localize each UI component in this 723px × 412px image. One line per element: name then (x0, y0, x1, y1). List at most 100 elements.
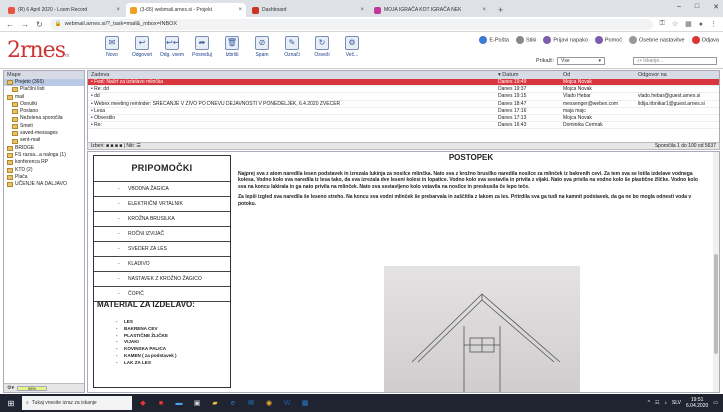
folder-label: konferenca RP (15, 159, 49, 166)
volume-icon[interactable]: ♪ (664, 400, 667, 406)
maximize-button[interactable]: □ (695, 3, 699, 11)
word-app-icon[interactable]: W (280, 394, 294, 412)
sidebar-folder-item[interactable]: FS razsa...a naloga (1) (4, 152, 84, 159)
sidebar-folder-item[interactable]: saved-messages (4, 130, 84, 137)
more-button[interactable]: ⚙ Več... (338, 36, 366, 58)
content-scrollbar[interactable] (713, 152, 719, 392)
language-indicator[interactable]: SLV (672, 400, 681, 406)
sidebar-folder-item[interactable]: Poslano (4, 108, 84, 115)
sidebar-folder-item[interactable]: BRIDGE (4, 145, 84, 152)
tab-close-icon[interactable]: × (360, 7, 364, 13)
extensions-icon[interactable]: ▦ (685, 20, 692, 28)
mark-button[interactable]: ✎ Označi (278, 36, 306, 58)
folder-icon (7, 175, 13, 180)
edge-browser-icon[interactable]: e (226, 394, 240, 412)
forward-icon[interactable]: → (21, 20, 29, 29)
sidebar-folder-item[interactable]: Osnutki (4, 101, 84, 108)
delete-button[interactable]: 🗑 Izbriši (218, 36, 246, 58)
message-row[interactable]: • Obvestilo Danes 17:13 Mojca Novak (88, 115, 719, 123)
email-link[interactable]: E-Pošta (479, 36, 509, 44)
minimize-button[interactable]: – (677, 3, 681, 11)
browser-tab[interactable]: MOJA IGRAČA KOT IGRAČA NEK × (370, 3, 490, 17)
browser-tab[interactable]: Dashboard × (248, 3, 368, 17)
message-row[interactable]: • Webex meeting reminder: SREČANJE V ŽIV… (88, 101, 719, 108)
app-header: 2rnesm ✉ Novo ↩ Odgovori ↩↩ Odg. vsem ➦ Posredu… (0, 32, 723, 69)
sidebar-folder-item[interactable]: Plačilni listi (4, 86, 84, 93)
menu-icon[interactable]: ⋮ (710, 20, 717, 28)
message-from: messenger@webex.com (563, 100, 619, 107)
sidebar-folder-item[interactable]: KTD (2) (4, 167, 84, 174)
sidebar-folder-item[interactable]: konferenca RP (4, 159, 84, 166)
search-input[interactable]: ⌕▾ Iskanje... (633, 57, 717, 65)
message-row[interactable]: • Re: Danes 16:43 Dominika Čermak (88, 122, 719, 130)
sidebar-folder-item[interactable]: Prejeto (365) (4, 79, 84, 87)
new-tab-button[interactable]: + (498, 5, 503, 15)
view-select[interactable]: Vse ▾ (557, 57, 606, 65)
folder-icon (7, 145, 13, 151)
settings-link[interactable]: Osebne nastavitve (629, 36, 685, 44)
list-select-controls[interactable]: Izberi: ■ ■ ■ ■ | Niti: ☰ (91, 143, 141, 149)
sidebar-folder-item[interactable]: Smeti (4, 123, 84, 130)
view-label: Prikaži: (536, 58, 555, 64)
top-links: E-Pošta Stiki Prijavi napako Pomoč Osebne na… (479, 36, 719, 44)
subject-text: Lesa (94, 107, 105, 114)
browser-tab[interactable]: (R) 6 April 2020 - Loom Record × (4, 3, 124, 17)
store-app-icon[interactable]: ▣ (190, 394, 204, 412)
col-from[interactable]: Od (563, 71, 638, 79)
teams-app-icon[interactable]: ▦ (298, 394, 312, 412)
folder-icon (7, 182, 13, 188)
monitor-app-icon[interactable]: ▬ (172, 394, 186, 412)
clock[interactable]: 19:51 6.04.2020 (686, 397, 708, 409)
report-bug-link[interactable]: Prijavi napako (543, 36, 588, 44)
tray-arrow-icon[interactable]: ^ (648, 400, 650, 406)
taskbar-search[interactable]: ⌕ Tukaj vnesite izraz za iskanje (22, 396, 132, 410)
reply-all-button[interactable]: ↩↩ Odg. vsem (158, 36, 186, 58)
sidebar-folder-item[interactable]: Neželena sporočila (4, 115, 84, 122)
help-link[interactable]: Pomoč (594, 36, 622, 44)
scrollbar-thumb[interactable] (714, 254, 718, 354)
compose-button[interactable]: ✉ Novo (98, 36, 126, 58)
forward-button[interactable]: ➦ Posreduj (188, 36, 216, 58)
network-icon[interactable]: ☷ (655, 400, 659, 406)
url-field[interactable]: 🔒 webmail.arnes.si/?_task=mail&_mbox=INB… (49, 18, 653, 30)
message-row[interactable]: • Lesa Danes 17:16 maja majc (88, 108, 719, 115)
settings-gear-icon[interactable]: ⚙▾ (7, 385, 14, 391)
key-icon[interactable]: ⚿ (660, 20, 665, 28)
folder-sidebar: Mape Prejeto (365) Plačilni listi mail Osnu… (3, 70, 85, 393)
compose-icon: ✉ (105, 36, 119, 50)
contacts-link[interactable]: Stiki (515, 36, 537, 44)
message-row[interactable]: • Re: dd Danes 19:37 Mojca Novak (88, 86, 719, 94)
folder-icon (7, 80, 13, 86)
profile-icon[interactable]: ● (699, 21, 703, 28)
tab-close-icon[interactable]: × (482, 7, 486, 13)
reload-icon[interactable]: ↻ (36, 20, 43, 29)
chrome-browser-icon[interactable]: ◉ (262, 394, 276, 412)
reply-button[interactable]: ↩ Odgovori (128, 36, 156, 58)
logout-link[interactable]: Odjava (691, 36, 719, 44)
message-row[interactable]: • dd Danes 19:15 Vlado Hebar vlado.hebar@gu… (88, 93, 719, 101)
notifications-icon[interactable]: ▭ (713, 400, 718, 406)
spam-button[interactable]: ⊘ Spam (248, 36, 276, 58)
browser-tab[interactable]: (3-65) webmail.arnes.si - Projekt × (126, 3, 246, 17)
close-window-button[interactable]: ✕ (713, 3, 719, 11)
tab-close-icon[interactable]: × (116, 7, 120, 13)
contacts-label: Stiki (525, 37, 537, 44)
pdf-app-icon[interactable]: ■ (154, 394, 168, 412)
shield-app-icon[interactable]: ◆ (136, 394, 150, 412)
file-explorer-icon[interactable]: ▰ (208, 394, 222, 412)
back-icon[interactable]: ← (6, 20, 14, 29)
material-item: PLASTIČNE ŽLIČKE (116, 333, 168, 338)
more-label: Več... (345, 52, 359, 58)
mail-app-icon[interactable]: ✉ (244, 394, 258, 412)
bookmark-star-icon[interactable]: ☆ (672, 20, 678, 28)
col-date[interactable]: ▾ Datum (498, 71, 563, 79)
message-row[interactable]: • Fwd: Načrt za izdelavo mlinčka Danes 19… (88, 79, 719, 87)
tab-close-icon[interactable]: × (238, 7, 242, 13)
windows-start-icon[interactable]: ⊞ (0, 394, 22, 412)
col-reply[interactable]: Odgovor na (638, 71, 719, 79)
sidebar-folder-item[interactable]: sent-mail (4, 137, 84, 144)
col-subject[interactable]: Zadeva (88, 71, 498, 79)
sidebar-folder-item[interactable]: mail (4, 94, 84, 101)
refresh-button[interactable]: ↻ Osveži (308, 36, 336, 58)
sidebar-folder-item[interactable]: UČENJE NA DALJAVO (4, 181, 84, 188)
